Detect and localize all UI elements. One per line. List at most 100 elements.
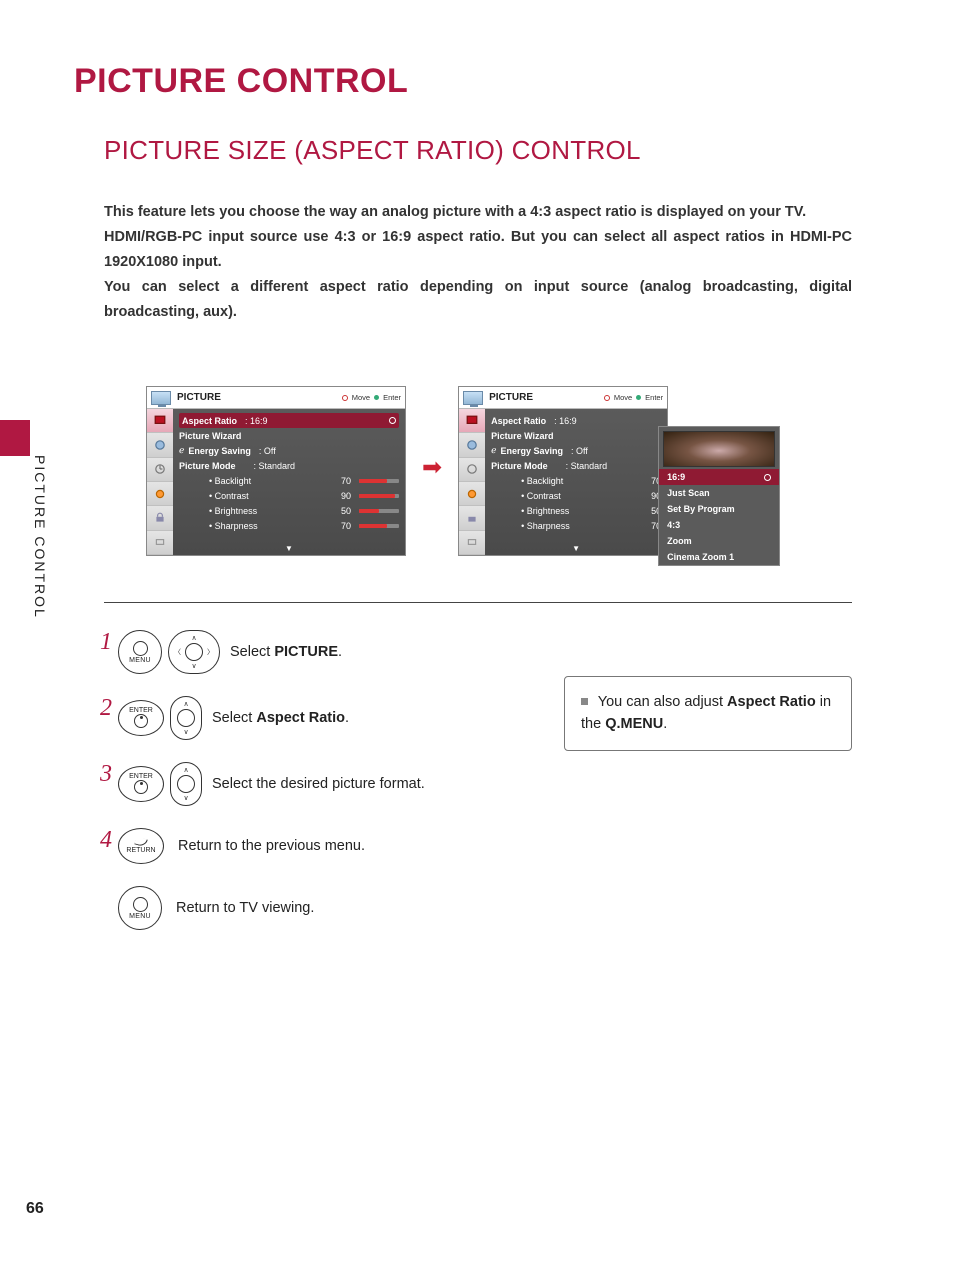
bullet-icon — [581, 698, 588, 705]
nav-lock-icon — [459, 506, 485, 530]
step-text: Select the desired picture format. — [212, 776, 425, 792]
menu-button-icon: MENU — [118, 630, 162, 674]
intro-p1: This feature lets you choose the way an … — [104, 200, 852, 225]
osd-title: PICTURE — [489, 392, 604, 403]
enter-icon — [636, 395, 641, 400]
step-4: 4 RETURN Return to the previous menu. — [100, 828, 540, 864]
more-arrow-icon: ▼ — [285, 544, 293, 553]
separator — [104, 602, 852, 603]
transition-arrow-icon: ➡ — [422, 453, 442, 482]
enter-icon — [374, 395, 379, 400]
note-box: You can also adjust Aspect Ratio in the … — [564, 676, 852, 751]
dpad-icon: ∧∨〈〉 — [168, 630, 220, 674]
osd-nav — [147, 409, 173, 555]
bar-icon — [359, 524, 399, 528]
nav-input-icon — [459, 531, 485, 555]
popup-preview-image — [663, 431, 775, 467]
return-button-icon: RETURN — [118, 828, 164, 864]
osd-brightness-row: • Brightness 50 — [491, 503, 661, 518]
osd-energy-saving-row: ℯ Energy Saving : Off — [179, 443, 399, 458]
aspect-ratio-popup: 16:9 Just Scan Set By Program 4:3 Zoom C… — [658, 426, 780, 566]
aspect-ratio-value: : 16:9 — [245, 416, 268, 426]
tv-icon — [151, 391, 171, 405]
step-text: Return to TV viewing. — [176, 900, 314, 916]
osd-nav — [459, 409, 485, 555]
osd-sharpness-row: • Sharpness 70 — [491, 518, 661, 533]
nav-picture-icon — [459, 409, 485, 433]
osd-sharpness-row: • Sharpness 70 — [179, 518, 399, 533]
page-number: 66 — [26, 1200, 44, 1218]
osd-picture-wizard-row: Picture Wizard — [491, 428, 661, 443]
intro-text: This feature lets you choose the way an … — [104, 200, 852, 325]
section-title: PICTURE SIZE (ASPECT RATIO) CONTROL — [104, 135, 641, 166]
move-icon — [604, 395, 610, 401]
osd-main: Aspect Ratio : 16:9 Picture Wizard ℯ Ene… — [485, 409, 667, 555]
bar-icon — [359, 509, 399, 513]
dpad-vertical-icon: ∧∨ — [170, 696, 202, 740]
step-text: Return to the previous menu. — [178, 838, 365, 854]
bar-icon — [359, 479, 399, 483]
step-number: 1 — [100, 630, 118, 654]
nav-time-icon — [459, 458, 485, 482]
bar-icon — [359, 494, 399, 498]
step-1: 1 MENU ∧∨〈〉 Select PICTURE. — [100, 630, 540, 674]
osd-main: Aspect Ratio : 16:9 Picture Wizard ℯ Ene… — [173, 409, 405, 555]
nav-option-icon — [147, 482, 173, 506]
popup-option-just-scan: Just Scan — [659, 485, 779, 501]
aspect-ratio-label: Aspect Ratio — [182, 416, 237, 426]
osd-brightness-row: • Brightness 50 — [179, 503, 399, 518]
side-tab-label: PICTURE CONTROL — [32, 455, 48, 619]
step-number: 3 — [100, 762, 118, 786]
osd-hint: Move Enter — [604, 393, 663, 402]
osd-title: PICTURE — [177, 392, 342, 403]
step-2: 2 ENTER ∧∨ Select Aspect Ratio. — [100, 696, 540, 740]
hint-move: Move — [352, 393, 370, 402]
step-text: Select Aspect Ratio. — [212, 710, 349, 726]
nav-audio-icon — [459, 433, 485, 457]
page-title: PICTURE CONTROL — [74, 62, 408, 101]
nav-input-icon — [147, 531, 173, 555]
step-number: 4 — [100, 828, 118, 852]
osd-backlight-row: • Backlight 70 — [491, 473, 661, 488]
popup-option-set-by-program: Set By Program — [659, 501, 779, 517]
intro-p2: HDMI/RGB-PC input source use 4:3 or 16:9… — [104, 225, 852, 275]
osd-picture-mode-row: Picture Mode : Standard — [491, 458, 661, 473]
nav-option-icon — [459, 482, 485, 506]
nav-time-icon — [147, 458, 173, 482]
osd-panel-after-wrap: PICTURE Move Enter — [458, 386, 668, 556]
nav-lock-icon — [147, 506, 173, 530]
osd-contrast-row: • Contrast 90 — [179, 488, 399, 503]
more-arrow-icon: ▼ — [572, 544, 580, 553]
osd-body: Aspect Ratio : 16:9 Picture Wizard ℯ Ene… — [459, 409, 667, 555]
hint-enter: Enter — [383, 393, 401, 402]
osd-backlight-row: • Backlight 70 — [179, 473, 399, 488]
leaf-icon: ℯ — [179, 445, 184, 456]
selected-marker — [764, 474, 771, 481]
osd-body: Aspect Ratio : 16:9 Picture Wizard ℯ Ene… — [147, 409, 405, 555]
intro-p3: You can select a different aspect ratio … — [104, 275, 852, 325]
osd-header: PICTURE Move Enter — [459, 387, 667, 409]
selected-marker — [389, 417, 396, 424]
move-icon — [342, 395, 348, 401]
osd-energy-saving-row: ℯ Energy Saving : Off — [491, 443, 661, 458]
osd-picture-mode-row: Picture Mode : Standard — [179, 458, 399, 473]
popup-option-4-3: 4:3 — [659, 517, 779, 533]
menu-button-icon: MENU — [118, 886, 162, 930]
nav-audio-icon — [147, 433, 173, 457]
steps-list: 1 MENU ∧∨〈〉 Select PICTURE. 2 ENTER ∧∨ S… — [100, 630, 540, 952]
enter-button-icon: ENTER — [118, 766, 164, 802]
osd-panel-before: PICTURE Move Enter Aspect Ratio : 16:9 — [146, 386, 406, 556]
popup-option-16-9: 16:9 — [659, 469, 779, 485]
step-3: 3 ENTER ∧∨ Select the desired picture fo… — [100, 762, 540, 806]
osd-panels: PICTURE Move Enter Aspect Ratio : 16:9 — [146, 386, 668, 556]
side-tab-block — [0, 420, 30, 456]
dpad-vertical-icon: ∧∨ — [170, 762, 202, 806]
popup-option-zoom: Zoom — [659, 533, 779, 549]
nav-picture-icon — [147, 409, 173, 433]
osd-picture-wizard-row: Picture Wizard — [179, 428, 399, 443]
osd-aspect-ratio-row: Aspect Ratio : 16:9 — [491, 413, 661, 428]
popup-option-cinema-zoom-1: Cinema Zoom 1 — [659, 549, 779, 565]
step-5: 5 MENU Return to TV viewing. — [100, 886, 540, 930]
osd-contrast-row: • Contrast 90 — [491, 488, 661, 503]
step-text: Select PICTURE. — [230, 644, 342, 660]
